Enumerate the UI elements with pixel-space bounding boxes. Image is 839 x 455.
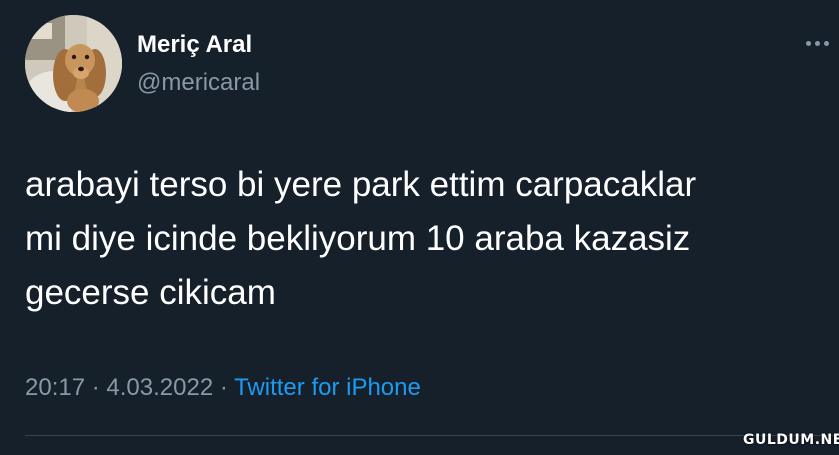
- tweet-source-link[interactable]: Twitter for iPhone: [234, 374, 421, 401]
- user-handle[interactable]: @mericaral: [137, 69, 260, 97]
- tweet-text-line: gecerse cikicam: [25, 273, 276, 312]
- tweet-date[interactable]: 4.03.2022: [106, 374, 213, 401]
- tweet-card: Meriç Aral @mericaral arabayi terso bi y…: [0, 0, 839, 455]
- more-dot: [815, 40, 820, 46]
- tweet-text-line: mi diye icinde bekliyorum 10 araba kazas…: [25, 219, 691, 258]
- display-name[interactable]: Meriç Aral: [137, 31, 252, 59]
- more-options-icon[interactable]: [806, 31, 839, 55]
- more-dot: [824, 40, 829, 46]
- dog-avatar-icon: [25, 15, 122, 112]
- divider: [25, 435, 839, 436]
- tweet-text-line: arabayi terso bi yere park ettim carpaca…: [25, 165, 697, 204]
- avatar[interactable]: [25, 15, 122, 112]
- tweet-text: arabayi terso bi yere park ettim carpaca…: [25, 158, 839, 320]
- watermark: GULDUM.NET: [743, 432, 839, 448]
- more-dot: [806, 40, 811, 46]
- meta-separator: ·: [219, 374, 228, 401]
- meta-separator: ·: [91, 374, 100, 401]
- tweet-time[interactable]: 20:17: [25, 374, 85, 401]
- tweet-meta: 20:17 · 4.03.2022 · Twitter for iPhone: [25, 374, 421, 402]
